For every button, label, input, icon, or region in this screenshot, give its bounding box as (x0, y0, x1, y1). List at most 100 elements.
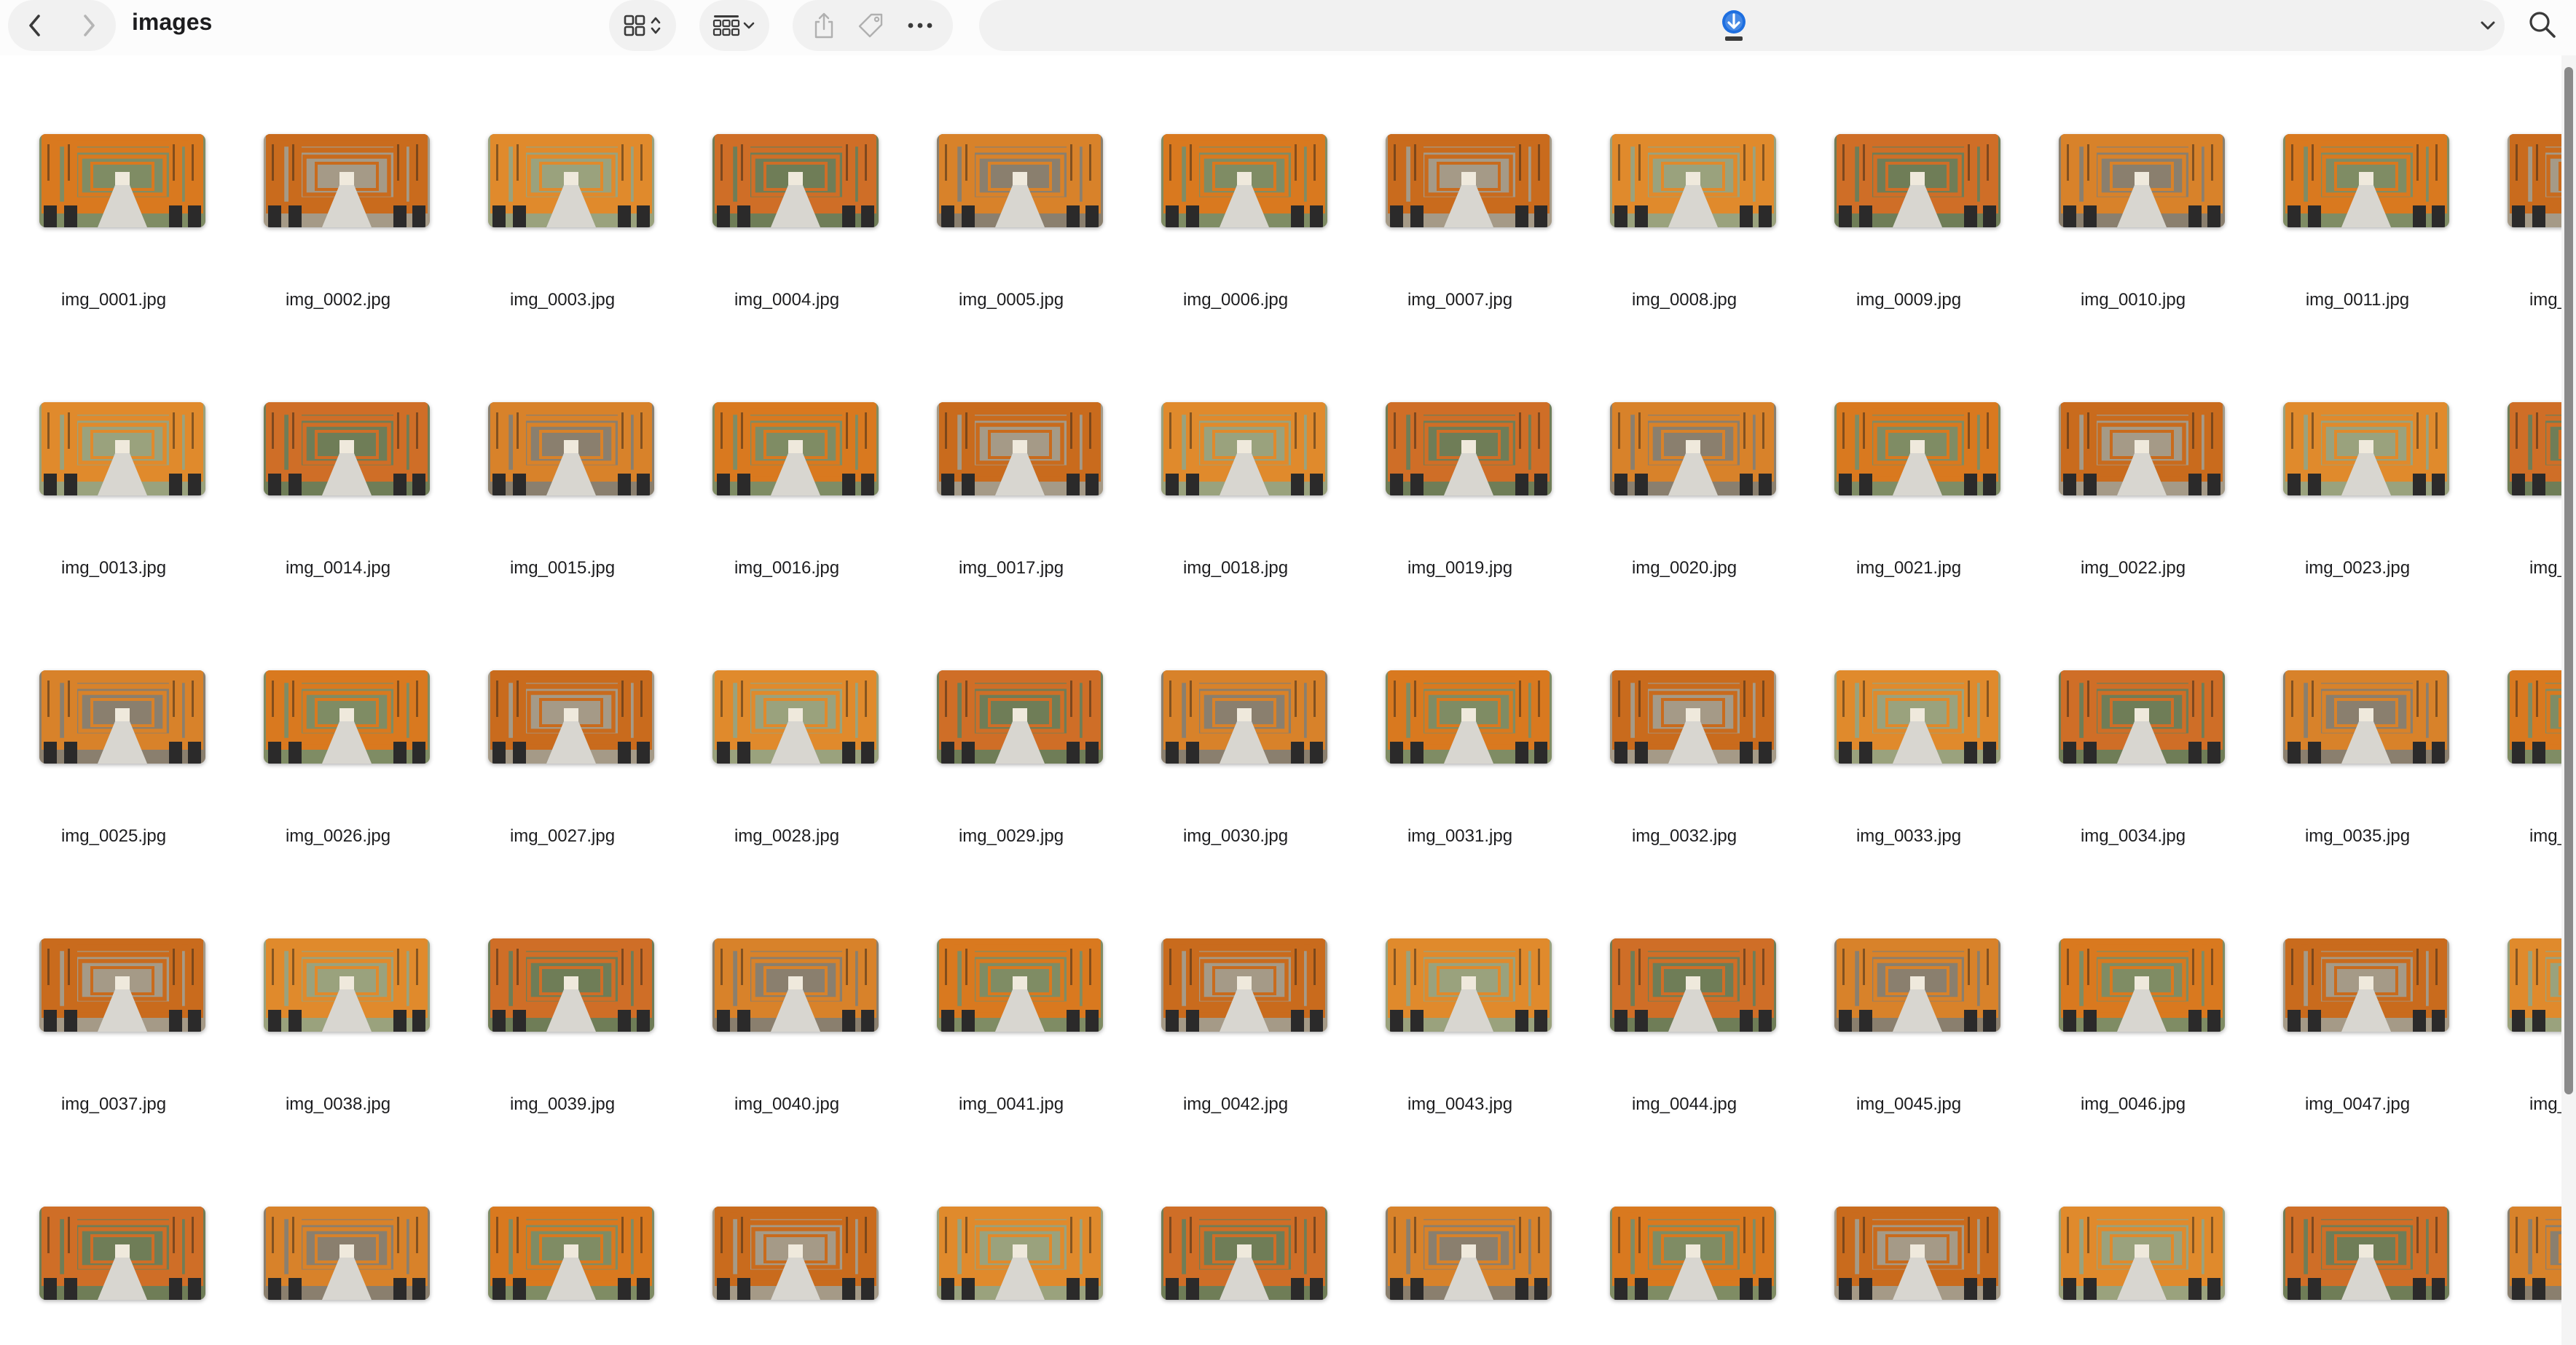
file-name-label[interactable]: img_0008.jpg (1572, 290, 1796, 310)
file-item[interactable]: img_0056.jpg (1572, 1128, 1796, 1345)
file-thumbnail[interactable] (264, 938, 430, 1032)
file-thumbnail[interactable] (2508, 134, 2561, 227)
tag-button[interactable] (857, 12, 886, 39)
file-thumbnail[interactable] (2508, 670, 2561, 764)
file-thumbnail[interactable] (2283, 134, 2449, 227)
file-thumbnail[interactable] (1161, 134, 1327, 227)
file-item[interactable]: img_0051.jpg (450, 1128, 675, 1345)
file-item[interactable]: img_0049.jpg (1, 1128, 226, 1345)
file-item[interactable]: img_0002.jpg (226, 55, 450, 323)
file-name-label[interactable]: img_0047.jpg (2245, 1094, 2470, 1115)
file-item[interactable]: img_0001.jpg (1, 55, 226, 323)
file-item[interactable]: img_0022.jpg (2021, 323, 2245, 592)
file-name-label[interactable]: img_0010.jpg (2021, 290, 2245, 310)
file-name-label[interactable]: img_0024.jpg (2470, 558, 2561, 579)
file-thumbnail[interactable] (1386, 1207, 1552, 1300)
file-thumbnail[interactable] (39, 1207, 205, 1300)
file-item[interactable]: img_0052.jpg (675, 1128, 899, 1345)
file-name-label[interactable]: img_0032.jpg (1572, 826, 1796, 847)
file-thumbnail[interactable] (488, 938, 654, 1032)
file-item[interactable]: img_0010.jpg (2021, 55, 2245, 323)
file-thumbnail[interactable] (1610, 670, 1776, 764)
file-item[interactable]: img_0006.jpg (1123, 55, 1348, 323)
file-item[interactable]: img_0045.jpg (1796, 860, 2021, 1128)
file-name-label[interactable]: img_0002.jpg (226, 290, 450, 310)
file-name-label[interactable]: img_0015.jpg (450, 558, 675, 579)
file-thumbnail[interactable] (1610, 938, 1776, 1032)
file-thumbnail[interactable] (2508, 938, 2561, 1032)
file-name-label[interactable]: img_0014.jpg (226, 558, 450, 579)
file-thumbnail[interactable] (1386, 938, 1552, 1032)
file-item[interactable]: img_0025.jpg (1, 592, 226, 860)
file-thumbnail[interactable] (1834, 670, 2000, 764)
file-name-label[interactable]: img_0034.jpg (2021, 826, 2245, 847)
file-item[interactable]: img_0047.jpg (2245, 860, 2470, 1128)
file-name-label[interactable]: img_0011.jpg (2245, 290, 2470, 310)
file-name-label[interactable]: img_0031.jpg (1348, 826, 1572, 847)
file-item[interactable]: img_0020.jpg (1572, 323, 1796, 592)
file-name-label[interactable]: img_0045.jpg (1796, 1094, 2021, 1115)
file-item[interactable]: img_0012.jpg (2470, 55, 2561, 323)
file-thumbnail[interactable] (1834, 1207, 2000, 1300)
file-item[interactable]: img_0034.jpg (2021, 592, 2245, 860)
file-thumbnail[interactable] (1161, 402, 1327, 495)
file-item[interactable]: img_0018.jpg (1123, 323, 1348, 592)
more-button[interactable] (907, 22, 933, 29)
file-item[interactable]: img_0003.jpg (450, 55, 675, 323)
file-thumbnail[interactable] (2059, 938, 2225, 1032)
file-name-label[interactable]: img_0020.jpg (1572, 558, 1796, 579)
file-item[interactable]: img_0027.jpg (450, 592, 675, 860)
file-name-label[interactable]: img_0006.jpg (1123, 290, 1348, 310)
file-thumbnail[interactable] (1834, 134, 2000, 227)
file-thumbnail[interactable] (2059, 402, 2225, 495)
file-name-label[interactable]: img_0036.jpg (2470, 826, 2561, 847)
file-thumbnail[interactable] (1161, 938, 1327, 1032)
file-name-label[interactable]: img_0018.jpg (1123, 558, 1348, 579)
path-dropdown-button[interactable] (2477, 15, 2499, 40)
file-thumbnail[interactable] (2283, 670, 2449, 764)
file-item[interactable]: img_0060.jpg (2470, 1128, 2561, 1345)
file-thumbnail[interactable] (2283, 1207, 2449, 1300)
file-thumbnail[interactable] (937, 402, 1103, 495)
file-name-label[interactable]: img_0043.jpg (1348, 1094, 1572, 1115)
file-item[interactable]: img_0042.jpg (1123, 860, 1348, 1128)
file-name-label[interactable]: img_0001.jpg (1, 290, 226, 310)
file-name-label[interactable]: img_0004.jpg (675, 290, 899, 310)
file-name-label[interactable]: img_0048.jpg (2470, 1094, 2561, 1115)
file-thumbnail[interactable] (1161, 1207, 1327, 1300)
file-item[interactable]: img_0046.jpg (2021, 860, 2245, 1128)
file-thumbnail[interactable] (2059, 134, 2225, 227)
file-name-label[interactable]: img_0046.jpg (2021, 1094, 2245, 1115)
file-thumbnail[interactable] (2508, 402, 2561, 495)
file-thumbnail[interactable] (1386, 134, 1552, 227)
file-thumbnail[interactable] (1610, 402, 1776, 495)
file-item[interactable]: img_0054.jpg (1123, 1128, 1348, 1345)
file-name-label[interactable]: img_0012.jpg (2470, 290, 2561, 310)
file-item[interactable]: img_0015.jpg (450, 323, 675, 592)
file-thumbnail[interactable] (1386, 670, 1552, 764)
file-item[interactable]: img_0058.jpg (2021, 1128, 2245, 1345)
file-item[interactable]: img_0040.jpg (675, 860, 899, 1128)
file-thumbnail[interactable] (2059, 670, 2225, 764)
file-thumbnail[interactable] (937, 938, 1103, 1032)
file-name-label[interactable]: img_0028.jpg (675, 826, 899, 847)
file-item[interactable]: img_0004.jpg (675, 55, 899, 323)
file-item[interactable]: img_0053.jpg (899, 1128, 1123, 1345)
file-name-label[interactable]: img_0037.jpg (1, 1094, 226, 1115)
file-thumbnail[interactable] (264, 402, 430, 495)
file-thumbnail[interactable] (2283, 402, 2449, 495)
file-item[interactable]: img_0033.jpg (1796, 592, 2021, 860)
path-folder-button[interactable] (1719, 9, 1748, 42)
file-thumbnail[interactable] (712, 938, 879, 1032)
share-button[interactable] (812, 12, 836, 39)
file-item[interactable]: img_0044.jpg (1572, 860, 1796, 1128)
file-thumbnail[interactable] (712, 670, 879, 764)
file-name-label[interactable]: img_0038.jpg (226, 1094, 450, 1115)
file-name-label[interactable]: img_0040.jpg (675, 1094, 899, 1115)
file-thumbnail[interactable] (2508, 1207, 2561, 1300)
file-item[interactable]: img_0013.jpg (1, 323, 226, 592)
file-item[interactable]: img_0041.jpg (899, 860, 1123, 1128)
search-button[interactable] (2528, 10, 2557, 43)
file-name-label[interactable]: img_0026.jpg (226, 826, 450, 847)
file-name-label[interactable]: img_0016.jpg (675, 558, 899, 579)
